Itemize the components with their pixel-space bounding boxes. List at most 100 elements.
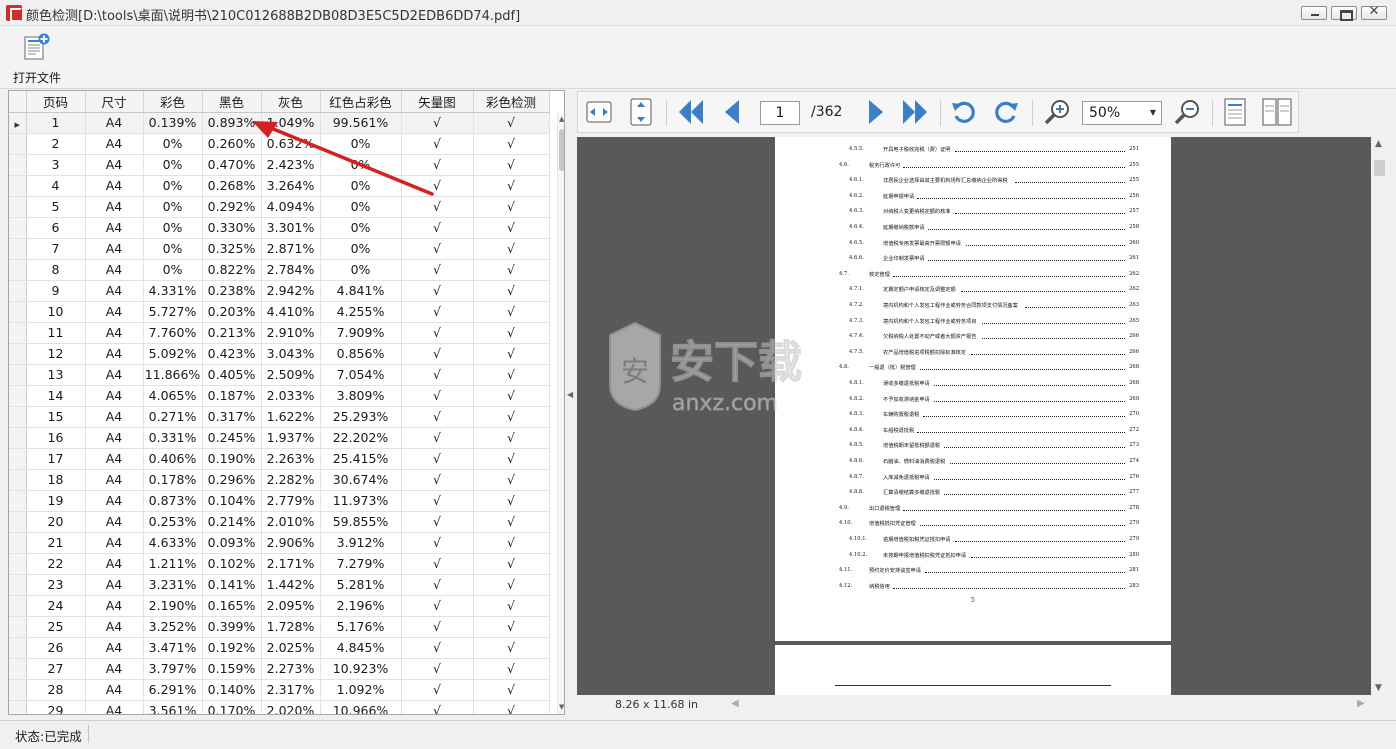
table-row[interactable]: 19 A4 0.873% 0.104% 2.779% 11.973% √ √: [9, 490, 550, 512]
table-cell[interactable]: 6.291%: [143, 679, 203, 701]
table-row[interactable]: 2 A4 0% 0.260% 0.632% 0% √ √: [9, 133, 550, 155]
scroll-left-icon[interactable]: ◀: [731, 698, 739, 709]
table-cell[interactable]: A4: [85, 511, 144, 533]
table-cell[interactable]: 6: [26, 217, 86, 239]
minimize-button[interactable]: [1301, 6, 1327, 20]
scroll-up-icon[interactable]: ▲: [1375, 139, 1382, 149]
table-cell[interactable]: 7.054%: [320, 364, 402, 386]
table-cell[interactable]: 19: [26, 490, 86, 512]
table-cell[interactable]: 0.141%: [202, 574, 262, 596]
table-cell[interactable]: 0.325%: [202, 238, 262, 260]
table-cell[interactable]: 99.561%: [320, 112, 402, 134]
table-cell[interactable]: 0.253%: [143, 511, 203, 533]
table-row[interactable]: 28 A4 6.291% 0.140% 2.317% 1.092% √ √: [9, 679, 550, 701]
table-cell[interactable]: A4: [85, 385, 144, 407]
scroll-down-icon[interactable]: ▼: [1375, 683, 1382, 693]
table-cell[interactable]: √: [401, 511, 474, 533]
table-cell[interactable]: 4.065%: [143, 385, 203, 407]
table-cell[interactable]: 2.196%: [320, 595, 402, 617]
table-cell[interactable]: √: [401, 364, 474, 386]
table-cell[interactable]: 10.923%: [320, 658, 402, 680]
scroll-right-icon[interactable]: ▶: [1357, 698, 1365, 709]
table-cell[interactable]: A4: [85, 175, 144, 197]
table-cell[interactable]: √: [473, 175, 550, 197]
table-cell[interactable]: 3.043%: [261, 343, 321, 365]
row-header[interactable]: [9, 280, 27, 302]
table-cell[interactable]: √: [473, 259, 550, 281]
table-cell[interactable]: √: [473, 616, 550, 638]
table-cell[interactable]: √: [473, 490, 550, 512]
table-cell[interactable]: 15: [26, 406, 86, 428]
table-cell[interactable]: 0%: [143, 238, 203, 260]
table-cell[interactable]: 0.260%: [202, 133, 262, 155]
table-cell[interactable]: 4.410%: [261, 301, 321, 323]
table-cell[interactable]: 10.966%: [320, 700, 402, 714]
table-cell[interactable]: 11: [26, 322, 86, 344]
table-cell[interactable]: 0%: [320, 217, 402, 239]
table-cell[interactable]: 2.509%: [261, 364, 321, 386]
table-cell[interactable]: 2.095%: [261, 595, 321, 617]
scrollbar-thumb[interactable]: [559, 129, 564, 171]
table-cell[interactable]: 1.622%: [261, 406, 321, 428]
table-cell[interactable]: √: [473, 322, 550, 344]
table-row[interactable]: 10 A4 5.727% 0.203% 4.410% 4.255% √ √: [9, 301, 550, 323]
table-cell[interactable]: 0.104%: [202, 490, 262, 512]
table-cell[interactable]: 0.170%: [202, 700, 262, 714]
table-cell[interactable]: √: [401, 574, 474, 596]
table-cell[interactable]: √: [473, 658, 550, 680]
two-page-button[interactable]: [1262, 97, 1292, 127]
table-cell[interactable]: 0.330%: [202, 217, 262, 239]
table-cell[interactable]: 2.779%: [261, 490, 321, 512]
table-cell[interactable]: √: [473, 553, 550, 575]
table-cell[interactable]: √: [473, 406, 550, 428]
table-cell[interactable]: A4: [85, 469, 144, 491]
table-cell[interactable]: 0.470%: [202, 154, 262, 176]
table-cell[interactable]: √: [473, 112, 550, 134]
table-cell[interactable]: 11.866%: [143, 364, 203, 386]
table-cell[interactable]: 2.317%: [261, 679, 321, 701]
table-cell[interactable]: A4: [85, 364, 144, 386]
table-cell[interactable]: 1.049%: [261, 112, 321, 134]
table-cell[interactable]: √: [401, 217, 474, 239]
table-cell[interactable]: 0%: [320, 196, 402, 218]
table-cell[interactable]: 22: [26, 553, 86, 575]
table-cell[interactable]: A4: [85, 595, 144, 617]
table-cell[interactable]: 2.784%: [261, 259, 321, 281]
table-row[interactable]: 15 A4 0.271% 0.317% 1.622% 25.293% √ √: [9, 406, 550, 428]
table-cell[interactable]: 5.176%: [320, 616, 402, 638]
table-cell[interactable]: 13: [26, 364, 86, 386]
table-cell[interactable]: 3.471%: [143, 637, 203, 659]
table-cell[interactable]: 25.415%: [320, 448, 402, 470]
table-cell[interactable]: 9: [26, 280, 86, 302]
table-cell[interactable]: 2.033%: [261, 385, 321, 407]
table-cell[interactable]: 2.025%: [261, 637, 321, 659]
table-cell[interactable]: √: [473, 637, 550, 659]
table-cell[interactable]: √: [473, 196, 550, 218]
row-header[interactable]: [9, 322, 27, 344]
table-cell[interactable]: 0.245%: [202, 427, 262, 449]
row-header[interactable]: [9, 658, 27, 680]
table-cell[interactable]: √: [401, 700, 474, 714]
table-cell[interactable]: 2.010%: [261, 511, 321, 533]
table-cell[interactable]: √: [473, 133, 550, 155]
table-cell[interactable]: 25.293%: [320, 406, 402, 428]
table-row[interactable]: 9 A4 4.331% 0.238% 2.942% 4.841% √ √: [9, 280, 550, 302]
table-cell[interactable]: 8: [26, 259, 86, 281]
page-number-input[interactable]: 1: [760, 101, 800, 125]
table-cell[interactable]: A4: [85, 553, 144, 575]
table-cell[interactable]: A4: [85, 532, 144, 554]
table-cell[interactable]: √: [473, 301, 550, 323]
column-header[interactable]: 红色占彩色: [320, 91, 402, 113]
table-cell[interactable]: A4: [85, 406, 144, 428]
table-cell[interactable]: 16: [26, 427, 86, 449]
pdf-viewer[interactable]: 4.5.5. 开具电子税收完税（费）证明 251 4.6. 税务行政许可 255 4.6.1…: [577, 137, 1371, 695]
column-header[interactable]: 彩色检测: [473, 91, 550, 113]
table-cell[interactable]: √: [401, 322, 474, 344]
table-cell[interactable]: 0.192%: [202, 637, 262, 659]
table-cell[interactable]: √: [473, 154, 550, 176]
table-cell[interactable]: √: [473, 217, 550, 239]
table-row[interactable]: 5 A4 0% 0.292% 4.094% 0% √ √: [9, 196, 550, 218]
table-row[interactable]: 23 A4 3.231% 0.141% 1.442% 5.281% √ √: [9, 574, 550, 596]
table-cell[interactable]: A4: [85, 196, 144, 218]
table-cell[interactable]: 30.674%: [320, 469, 402, 491]
